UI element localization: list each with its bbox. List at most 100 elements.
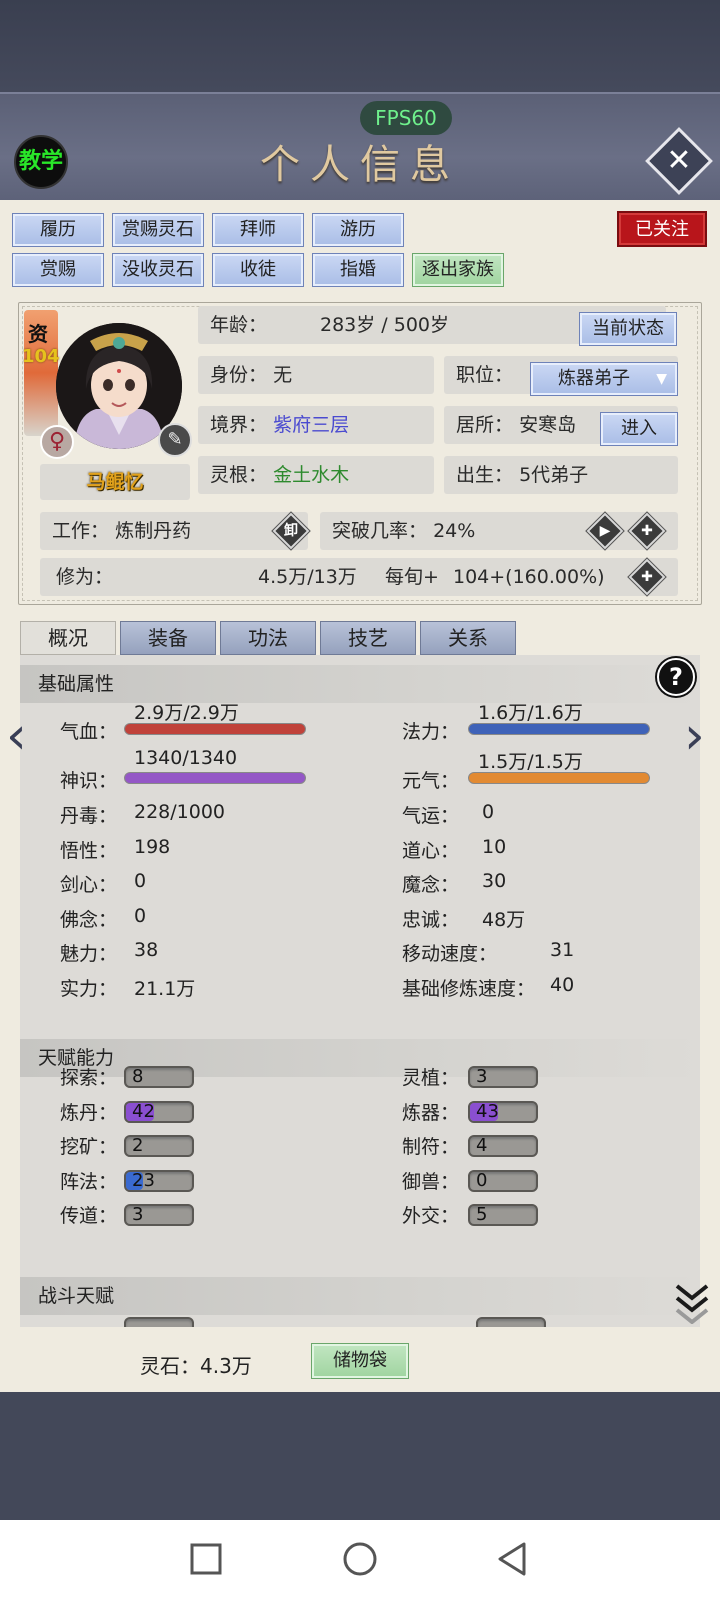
action-button[interactable]: 赏赐 xyxy=(12,253,104,287)
tab-2[interactable]: 功法 xyxy=(220,621,316,655)
circle-icon[interactable] xyxy=(342,1541,378,1577)
attr-label: 魔念： xyxy=(402,874,460,896)
current-state-button[interactable]: 当前状态 xyxy=(579,312,677,346)
teach-button[interactable]: 教学 xyxy=(14,135,68,189)
combat-talent-bar xyxy=(476,1317,546,1327)
cultivation-label: 修为： xyxy=(56,566,114,588)
section-combat-talents: 战斗天赋 xyxy=(20,1277,700,1315)
attr-value: 0 xyxy=(482,801,495,823)
talent-bar: 3 xyxy=(124,1204,194,1226)
attr-label: 魅力： xyxy=(60,943,118,965)
fps-counter: FPS60 xyxy=(360,101,452,135)
bar-label: 法力： xyxy=(402,721,460,743)
attr-value: 38 xyxy=(134,939,159,961)
talent-bar: 5 xyxy=(468,1204,538,1226)
attr-label: 气运： xyxy=(402,805,460,827)
attr-label: 佛念： xyxy=(60,908,118,931)
attr-value: 0 xyxy=(134,870,147,892)
talent-value: 8 xyxy=(132,1066,144,1087)
birth-value: 5代弟子 xyxy=(519,464,589,486)
realm-field: 境界： 紫府三层 xyxy=(198,406,434,444)
work-label: 工作： xyxy=(52,520,110,542)
talent-value: 23 xyxy=(132,1169,155,1191)
brush-icon[interactable]: ✎ xyxy=(158,423,192,457)
followed-badge[interactable]: 已关注 xyxy=(617,211,707,247)
attr-value: 0 xyxy=(134,904,147,927)
action-button[interactable]: 指婚 xyxy=(312,253,404,287)
enter-button[interactable]: 进入 xyxy=(600,412,678,446)
double-chevron-down-icon[interactable] xyxy=(674,1280,710,1325)
help-icon[interactable]: ? xyxy=(657,658,695,696)
cultivation-field: 修为： 4.5万/13万 每旬+ 104+(160.00%) xyxy=(40,558,678,596)
expel-button[interactable]: 逐出家族 xyxy=(412,253,504,287)
identity-value: 无 xyxy=(273,364,293,386)
storage-bag-button[interactable]: 储物袋 xyxy=(311,1343,409,1379)
section-basic-attributes: 基础属性 xyxy=(20,665,700,703)
talent-value: 0 xyxy=(476,1169,488,1191)
talent-value: 42 xyxy=(132,1100,155,1122)
attr-label: 悟性： xyxy=(60,839,118,862)
attr-value: 10 xyxy=(482,835,507,858)
talent-bar: 0 xyxy=(468,1169,538,1192)
talent-label: 御兽： xyxy=(402,1170,460,1193)
talent-label: 灵植： xyxy=(402,1067,460,1089)
triangle-back-icon[interactable] xyxy=(494,1541,530,1577)
action-button[interactable]: 收徒 xyxy=(212,253,304,287)
residence-label: 居所： xyxy=(456,414,514,436)
talent-label: 传道： xyxy=(60,1205,118,1227)
identity-label: 身份： xyxy=(210,364,268,386)
action-button[interactable]: 履历 xyxy=(12,213,104,247)
breakthrough-value: 24% xyxy=(433,520,476,542)
position-select[interactable]: 炼器弟子 ▼ xyxy=(530,362,678,396)
per-turn-value: 104+(160.00%) xyxy=(453,566,605,588)
spirit-root-label: 灵根： xyxy=(210,464,268,486)
talent-value: 43 xyxy=(476,1100,499,1122)
attr-label: 移动速度： xyxy=(402,943,498,965)
talent-label: 炼丹： xyxy=(60,1101,118,1124)
action-button[interactable]: 赏赐灵石 xyxy=(112,213,204,247)
next-character-arrow[interactable]: › xyxy=(684,706,705,766)
tab-4[interactable]: 关系 xyxy=(420,621,516,655)
attr-value: 228/1000 xyxy=(134,801,226,823)
tab-0[interactable]: 概况 xyxy=(20,621,116,655)
action-button[interactable]: 游历 xyxy=(312,213,404,247)
work-value: 炼制丹药 xyxy=(115,520,192,542)
section-talents: 天赋能力 xyxy=(20,1039,700,1077)
resource-bar xyxy=(468,772,650,784)
action-button[interactable]: 拜师 xyxy=(212,213,304,247)
spirit-root-value: 金土水木 xyxy=(273,464,350,486)
tab-3[interactable]: 技艺 xyxy=(320,621,416,655)
page-title: 个人信息 xyxy=(260,142,460,188)
resource-bar xyxy=(124,723,306,735)
attr-label: 实力： xyxy=(60,977,118,1000)
talent-label: 阵法： xyxy=(60,1170,118,1193)
close-icon: ✕ xyxy=(666,143,692,178)
birth-field: 出生： 5代弟子 xyxy=(444,456,678,494)
talent-label: 制符： xyxy=(402,1136,460,1158)
tab-1[interactable]: 装备 xyxy=(120,621,216,655)
bar-label: 神识： xyxy=(60,770,118,792)
bar-label: 元气： xyxy=(402,770,460,792)
talent-bar: 23 xyxy=(124,1169,194,1192)
residence-value: 安寒岛 xyxy=(519,414,577,436)
female-icon: ♀ xyxy=(40,425,74,459)
talent-bar: 3 xyxy=(468,1066,538,1088)
square-icon[interactable] xyxy=(188,1541,224,1577)
aptitude-value: 104 xyxy=(22,346,60,367)
prev-character-arrow[interactable]: ‹ xyxy=(6,706,27,766)
aptitude-label: 资 xyxy=(28,322,48,346)
talent-value: 4 xyxy=(476,1135,488,1156)
bar-value: 1.5万/1.5万 xyxy=(478,751,583,773)
age-value: 283岁 / 500岁 xyxy=(320,314,450,336)
attr-label: 忠诚： xyxy=(402,908,460,931)
talent-label: 探索： xyxy=(60,1067,118,1089)
character-name[interactable]: 马鲲忆 xyxy=(40,464,190,500)
bar-label: 气血： xyxy=(60,721,118,743)
identity-field: 身份： 无 xyxy=(198,356,434,394)
talent-value: 2 xyxy=(132,1135,144,1156)
action-button[interactable]: 没收灵石 xyxy=(112,253,204,287)
attr-value: 21.1万 xyxy=(134,977,196,1000)
attr-label: 丹毒： xyxy=(60,805,118,827)
talent-value: 3 xyxy=(476,1066,488,1087)
bar-value: 1.6万/1.6万 xyxy=(478,702,583,724)
